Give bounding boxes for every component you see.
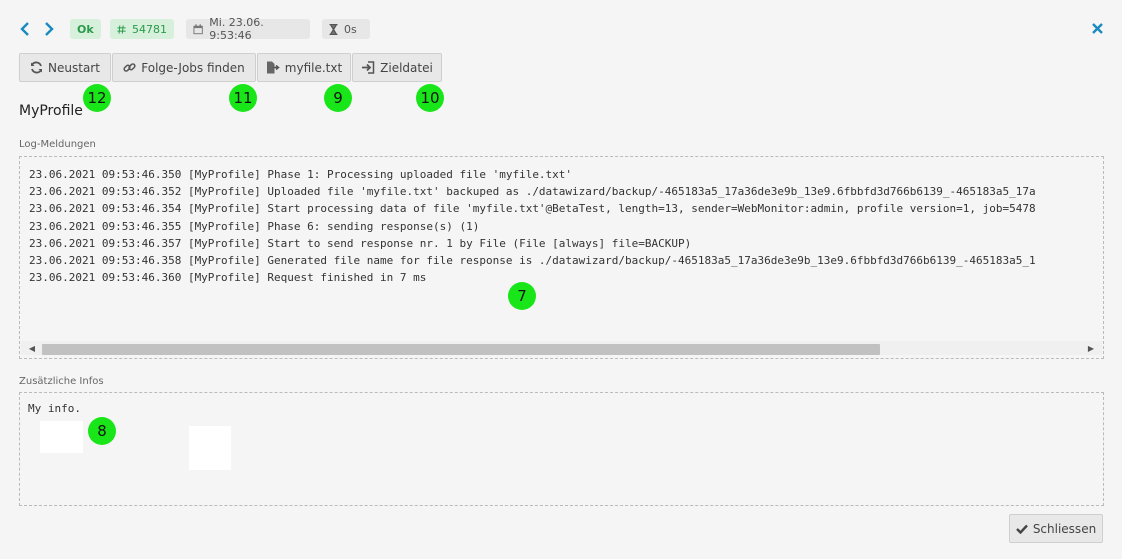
info-label: Zusätzliche Infos: [19, 376, 104, 387]
refresh-icon: [31, 61, 43, 74]
job-id-text: 54781: [132, 22, 167, 36]
input-file-button[interactable]: myfile.txt: [257, 53, 351, 82]
info-area[interactable]: My info.: [19, 392, 1104, 506]
log-line: 23.06.2021 09:53:46.360 [MyProfile] Requ…: [29, 271, 427, 285]
calendar-icon: [193, 23, 203, 34]
scroll-left-icon[interactable]: ◀: [25, 341, 39, 355]
target-file-button[interactable]: Zieldatei: [352, 53, 442, 82]
duration-text: 0s: [344, 22, 357, 36]
datetime-badge: Mi. 23.06. 9:53:46: [186, 16, 310, 42]
duration-badge: 0s: [322, 19, 370, 39]
log-line: 23.06.2021 09:53:46.354 [MyProfile] Star…: [29, 202, 1036, 216]
white-patch: [40, 421, 83, 453]
next-arrow-icon[interactable]: [40, 18, 58, 40]
hash-icon: [117, 24, 126, 34]
input-file-label: myfile.txt: [284, 60, 343, 75]
restart-button[interactable]: Neustart: [19, 53, 111, 82]
log-line: 23.06.2021 09:53:46.350 [MyProfile] Phas…: [29, 168, 573, 181]
datetime-text: Mi. 23.06. 9:53:46: [209, 16, 264, 42]
horizontal-scrollbar[interactable]: ◀ ▶: [21, 341, 1102, 355]
log-text: 23.06.2021 09:53:46.350 [MyProfile] Phas…: [29, 166, 1099, 341]
link-icon: [123, 63, 136, 72]
info-text: My info.: [28, 402, 81, 415]
marker-followup: 11: [229, 84, 257, 112]
find-followup-jobs-button[interactable]: Folge-Jobs finden: [112, 53, 256, 82]
log-area[interactable]: 23.06.2021 09:53:46.350 [MyProfile] Phas…: [19, 156, 1104, 359]
marker-restart: 12: [83, 84, 111, 112]
log-label: Log-Meldungen: [19, 139, 96, 150]
job-header: Ok 54781 Mi. 23.06. 9:53:46 0s: [0, 0, 1122, 56]
target-file-label: Zieldatei: [380, 60, 433, 75]
close-icon[interactable]: [1090, 20, 1104, 36]
marker-target-file: 10: [416, 84, 444, 112]
status-text: Ok: [77, 22, 94, 36]
white-patch: [189, 426, 231, 470]
marker-info: 8: [88, 417, 116, 445]
scrollbar-thumb[interactable]: [42, 344, 880, 355]
job-id-badge: 54781: [110, 19, 174, 39]
marker-input-file: 9: [324, 84, 352, 112]
previous-arrow-icon[interactable]: [16, 18, 34, 40]
log-line: 23.06.2021 09:53:46.352 [MyProfile] Uplo…: [29, 185, 1036, 199]
find-followup-jobs-label: Folge-Jobs finden: [141, 60, 245, 75]
hourglass-icon: [329, 23, 338, 35]
profile-title: MyProfile: [19, 103, 83, 119]
scroll-right-icon[interactable]: ▶: [1084, 341, 1098, 355]
log-line: 23.06.2021 09:53:46.357 [MyProfile] Star…: [29, 236, 692, 250]
close-label: Schliessen: [1032, 521, 1097, 536]
log-line: 23.06.2021 09:53:46.358 [MyProfile] Gene…: [29, 254, 1036, 268]
close-button[interactable]: Schliessen: [1009, 514, 1103, 543]
log-line: 23.06.2021 09:53:46.355 [MyProfile] Phas…: [29, 219, 480, 233]
sign-in-icon: [362, 61, 375, 74]
restart-label: Neustart: [48, 60, 100, 75]
marker-log: 7: [508, 282, 536, 310]
check-icon: [1015, 524, 1028, 534]
status-badge: Ok: [70, 19, 101, 39]
file-export-icon: [266, 61, 280, 74]
